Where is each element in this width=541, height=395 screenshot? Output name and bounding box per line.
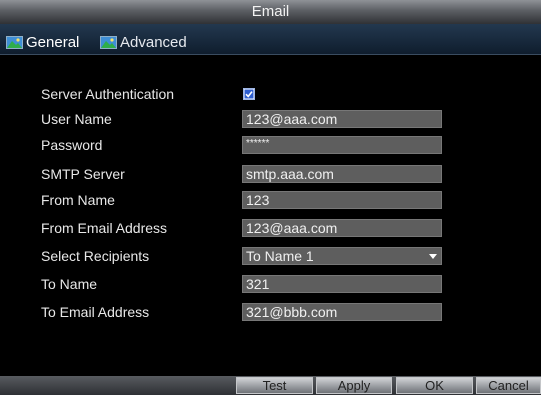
check-icon — [244, 89, 254, 99]
apply-button[interactable]: Apply — [316, 377, 392, 394]
tab-general-label: General — [26, 33, 80, 51]
user-name-field[interactable]: 123@aaa.com — [242, 110, 442, 128]
from-name-field[interactable]: 123 — [242, 191, 442, 209]
user-name-label: User Name — [41, 111, 112, 127]
cancel-button[interactable]: Cancel — [476, 377, 541, 394]
ok-button[interactable]: OK — [396, 377, 473, 394]
to-email-address-row: To Email Address 321@bbb.com — [0, 300, 541, 324]
email-dialog: Email General Advanced Server Authentica… — [0, 0, 541, 395]
select-recipients-dropdown[interactable]: To Name 1 — [242, 247, 442, 265]
server-authentication-checkbox[interactable] — [243, 88, 255, 100]
server-authentication-row: Server Authentication — [0, 82, 541, 106]
from-email-address-field[interactable]: 123@aaa.com — [242, 219, 442, 237]
chevron-down-icon[interactable] — [426, 249, 440, 263]
user-name-row: User Name 123@aaa.com — [0, 107, 541, 131]
from-name-label: From Name — [41, 192, 115, 208]
password-field[interactable]: ****** — [242, 136, 442, 154]
tab-bar: General Advanced — [0, 24, 541, 55]
picture-icon — [6, 35, 23, 49]
password-label: Password — [41, 137, 103, 153]
to-name-field[interactable]: 321 — [242, 275, 442, 293]
tab-advanced[interactable]: Advanced — [100, 32, 187, 52]
select-recipients-row: Select Recipients To Name 1 — [0, 244, 541, 268]
picture-icon — [100, 35, 117, 49]
from-email-address-label: From Email Address — [41, 220, 168, 236]
smtp-server-row: SMTP Server smtp.aaa.com — [0, 162, 541, 186]
tab-advanced-label: Advanced — [120, 33, 187, 51]
select-recipients-label: Select Recipients — [41, 248, 150, 264]
dialog-title: Email — [0, 0, 541, 24]
smtp-server-field[interactable]: smtp.aaa.com — [242, 165, 442, 183]
to-email-address-label: To Email Address — [41, 304, 150, 320]
from-email-address-row: From Email Address 123@aaa.com — [0, 216, 541, 240]
to-name-row: To Name 321 — [0, 272, 541, 296]
to-email-address-field[interactable]: 321@bbb.com — [242, 303, 442, 321]
password-row: Password ****** — [0, 133, 541, 157]
test-button[interactable]: Test — [236, 377, 313, 394]
from-name-row: From Name 123 — [0, 188, 541, 212]
to-name-label: To Name — [41, 276, 98, 292]
smtp-server-label: SMTP Server — [41, 166, 125, 182]
select-recipients-value: To Name 1 — [246, 248, 314, 264]
server-authentication-label: Server Authentication — [41, 86, 175, 102]
tab-general[interactable]: General — [6, 32, 79, 52]
